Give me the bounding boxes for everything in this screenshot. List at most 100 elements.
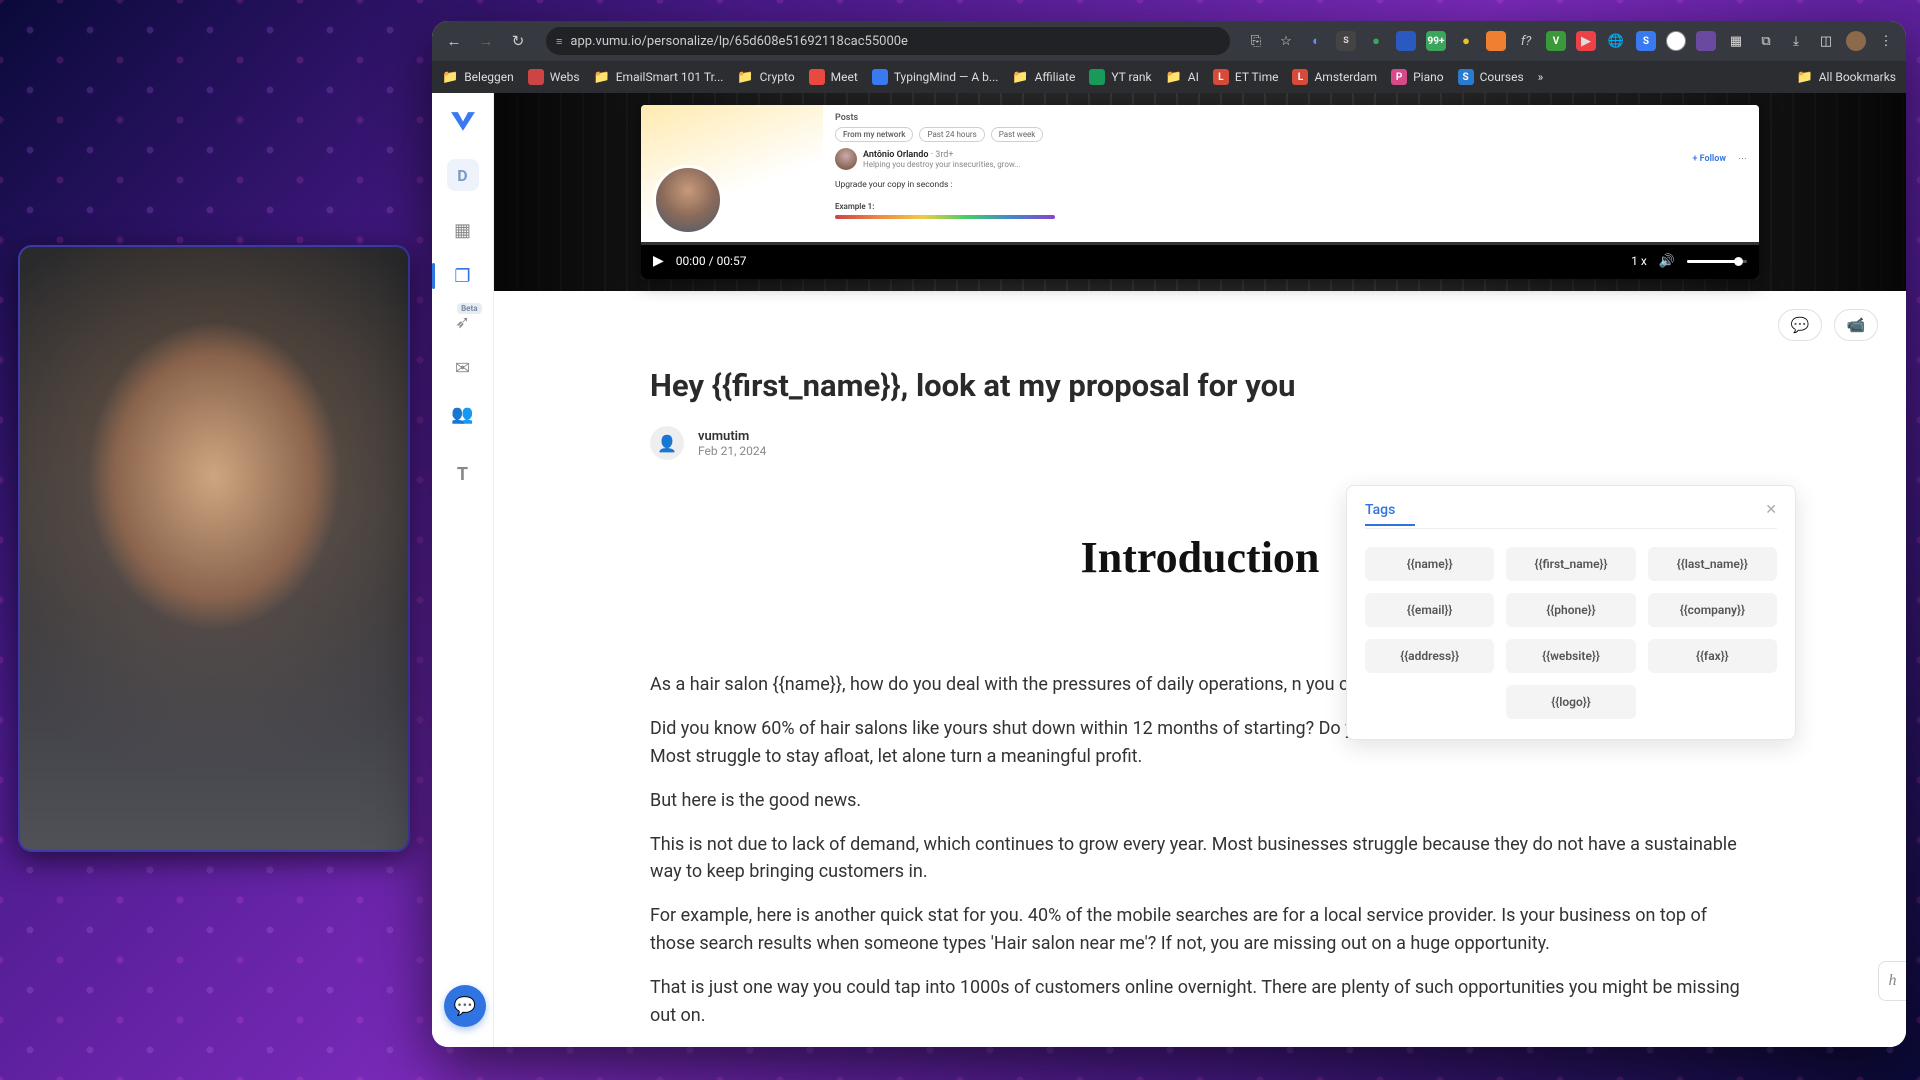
- tag-pill[interactable]: {{name}}: [1365, 547, 1494, 581]
- tag-pill[interactable]: {{last_name}}: [1648, 547, 1777, 581]
- playback-speed[interactable]: 1 x: [1631, 254, 1647, 268]
- rail-launch[interactable]: ➶Beta: [432, 299, 494, 345]
- tag-pill[interactable]: {{company}}: [1648, 593, 1777, 627]
- rail-people[interactable]: 👥: [432, 391, 494, 437]
- tag-pill[interactable]: {{website}}: [1506, 639, 1635, 673]
- follow-button[interactable]: + Follow: [1692, 154, 1726, 164]
- site-info-icon[interactable]: ≡: [556, 35, 562, 48]
- ext-icon-9[interactable]: V: [1546, 31, 1566, 51]
- ext-icon-1[interactable]: ◐: [1306, 31, 1326, 51]
- rail-text[interactable]: T: [432, 451, 494, 497]
- side-panel-icon[interactable]: ◫: [1816, 31, 1836, 51]
- bookmark-item[interactable]: 📁Crypto: [737, 70, 794, 85]
- volume-slider[interactable]: [1687, 260, 1747, 263]
- tag-pill[interactable]: {{logo}}: [1506, 685, 1635, 719]
- tag-pill[interactable]: {{fax}}: [1648, 639, 1777, 673]
- paragraph[interactable]: But here is the good news.: [650, 787, 1750, 815]
- ext-icon-11[interactable]: 🌐: [1606, 31, 1626, 51]
- bookmarks-overflow[interactable]: »: [1538, 70, 1544, 84]
- bookmark-item[interactable]: PPiano: [1391, 69, 1444, 85]
- bookmark-item[interactable]: 📁Affiliate: [1012, 70, 1075, 85]
- url-bar[interactable]: ≡ app.vumu.io/personalize/lp/65d608e5169…: [546, 27, 1230, 55]
- rail-dashboard[interactable]: ▦: [432, 207, 494, 253]
- bookmark-item[interactable]: LET Time: [1213, 69, 1279, 85]
- reload-button[interactable]: ↻: [506, 29, 530, 53]
- rail-pages[interactable]: ❐: [432, 253, 494, 299]
- post-body-line: Upgrade your copy in seconds :: [835, 180, 1747, 190]
- comment-button[interactable]: 💬: [1778, 309, 1822, 341]
- bookmark-item[interactable]: 📁AI: [1166, 70, 1199, 85]
- tag-pill[interactable]: {{address}}: [1365, 639, 1494, 673]
- ext-icon-14[interactable]: [1696, 31, 1716, 51]
- bookmark-item[interactable]: SCourses: [1458, 69, 1524, 85]
- bookmark-item[interactable]: LAmsterdam: [1292, 69, 1377, 85]
- downloads-icon[interactable]: ⤓: [1786, 31, 1806, 51]
- star-icon[interactable]: ☆: [1276, 31, 1296, 51]
- tags-popover: Tags ✕ {{name}} {{first_name}} {{last_na…: [1346, 485, 1796, 740]
- chrome-menu-icon[interactable]: ⋮: [1876, 31, 1896, 51]
- browser-toolbar: ← → ↻ ≡ app.vumu.io/personalize/lp/65d60…: [432, 21, 1906, 61]
- ext-icon-7[interactable]: [1486, 31, 1506, 51]
- ext-icon-10[interactable]: ▶: [1576, 31, 1596, 51]
- paragraph[interactable]: That is just one way you could tap into …: [650, 974, 1750, 1030]
- tag-pill[interactable]: {{first_name}}: [1506, 547, 1635, 581]
- all-bookmarks[interactable]: 📁All Bookmarks: [1797, 70, 1896, 85]
- comment-icon: 💬: [1791, 316, 1810, 334]
- play-button[interactable]: ▶: [653, 253, 664, 269]
- author-subtitle: Helping you destroy your insecurities, g…: [863, 160, 1021, 169]
- rocket-icon: ➶: [455, 312, 470, 333]
- posts-heading: Posts: [835, 113, 1747, 123]
- bookmark-item[interactable]: TypingMind — A b...: [872, 69, 999, 85]
- pages-icon: ❐: [454, 266, 470, 287]
- ext-icon-6[interactable]: ●: [1456, 31, 1476, 51]
- ext-icon-8[interactable]: f?: [1516, 31, 1536, 51]
- workspace-badge[interactable]: D: [447, 159, 479, 191]
- video-progress-bar[interactable]: [641, 242, 1759, 245]
- ext-icon-12[interactable]: S: [1636, 31, 1656, 51]
- record-button[interactable]: 📹: [1834, 309, 1878, 341]
- volume-icon[interactable]: 🔊: [1659, 254, 1675, 269]
- close-icon[interactable]: ✕: [1765, 502, 1777, 518]
- author-block: 👤 vumutim Feb 21, 2024: [650, 426, 1750, 460]
- post-chip[interactable]: Past 24 hours: [919, 127, 984, 142]
- user-icon: 👤: [657, 434, 677, 453]
- install-app-icon[interactable]: ⎘: [1246, 31, 1266, 51]
- bookmark-item[interactable]: 📁Beleggen: [442, 70, 514, 85]
- favicon-icon: [872, 69, 888, 85]
- ext-icon-4[interactable]: [1396, 31, 1416, 51]
- mail-icon: ✉: [455, 358, 470, 379]
- bookmark-item[interactable]: 📁EmailSmart 101 Tr...: [594, 70, 724, 85]
- reaction-bar: [835, 215, 1055, 219]
- ext-icon-3[interactable]: ●: [1366, 31, 1386, 51]
- rail-mail[interactable]: ✉: [432, 345, 494, 391]
- folder-icon: 📁: [594, 70, 610, 85]
- bookmark-item[interactable]: Webs: [528, 69, 580, 85]
- favicon-icon: [1089, 69, 1105, 85]
- back-button[interactable]: ←: [442, 29, 466, 53]
- bookmark-item[interactable]: Meet: [809, 69, 858, 85]
- bookmarks-bar: 📁Beleggen Webs 📁EmailSmart 101 Tr... 📁Cr…: [432, 61, 1906, 93]
- paragraph[interactable]: For example, here is another quick stat …: [650, 902, 1750, 958]
- post-menu-icon[interactable]: ⋯: [1738, 154, 1747, 164]
- app-logo[interactable]: [446, 107, 480, 141]
- ext-icon-15[interactable]: ▦: [1726, 31, 1746, 51]
- edge-handle[interactable]: h: [1878, 961, 1906, 1001]
- folder-icon: 📁: [1012, 70, 1028, 85]
- chevron-right-icon: »: [1538, 70, 1544, 84]
- forward-button[interactable]: →: [474, 29, 498, 53]
- bookmark-item[interactable]: YT rank: [1089, 69, 1151, 85]
- profile-avatar[interactable]: [1846, 31, 1866, 51]
- tag-pill[interactable]: {{email}}: [1365, 593, 1494, 627]
- post-chip[interactable]: From my network: [835, 127, 913, 142]
- tag-pill[interactable]: {{phone}}: [1506, 593, 1635, 627]
- extensions-icon[interactable]: ⧉: [1756, 31, 1776, 51]
- chat-icon: 💬: [454, 996, 476, 1017]
- page-heading[interactable]: Hey {{first_name}}, look at my proposal …: [650, 367, 1750, 404]
- ext-icon-5[interactable]: 99+: [1426, 31, 1446, 51]
- post-chip[interactable]: Past week: [991, 127, 1044, 142]
- video-player: Posts From my network Past 24 hours Past…: [641, 105, 1759, 279]
- ext-icon-2[interactable]: S: [1336, 31, 1356, 51]
- ext-icon-13[interactable]: [1666, 31, 1686, 51]
- support-chat-button[interactable]: 💬: [444, 985, 486, 1027]
- paragraph[interactable]: This is not due to lack of demand, which…: [650, 831, 1750, 887]
